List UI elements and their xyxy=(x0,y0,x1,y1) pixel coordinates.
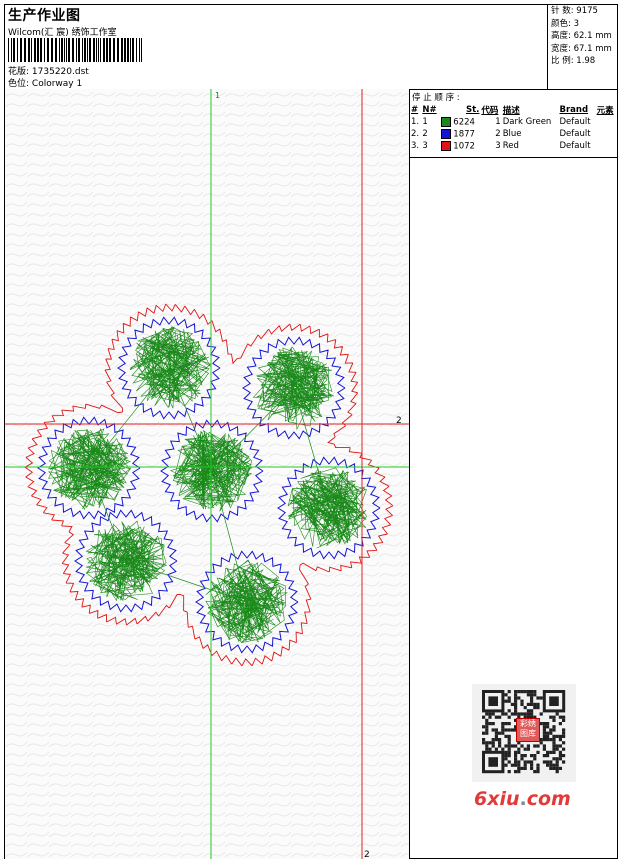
col-code: 代码 xyxy=(481,106,499,116)
colorway-label: 色位: xyxy=(8,79,30,89)
watermark-brand: 6xiu.com xyxy=(474,788,571,810)
col-element: 元素 xyxy=(596,106,614,116)
stop-table-header: # N# St. 代码 描述 Brand 元素 xyxy=(410,104,617,116)
colorway-name: Colorway 1 xyxy=(31,79,83,89)
col-stitches: St. xyxy=(465,105,480,115)
divider xyxy=(410,157,617,158)
stat-colors: 颜色: 3 xyxy=(551,18,579,29)
table-row: 3. 3 1072 3 Red Default xyxy=(411,140,591,152)
embroidery-design: 1 2 2 xyxy=(5,89,409,859)
color-swatch xyxy=(440,140,451,151)
stat-scale: 比 例: 1.98 xyxy=(551,56,596,66)
stat-height: 高度: 62.1 mm xyxy=(551,31,612,41)
barcode xyxy=(8,38,142,62)
col-description: 描述 xyxy=(502,106,520,116)
stamp-logo: 彩绣 图库 xyxy=(516,718,540,742)
stop-sequence-title: 停 止 顺 序 : xyxy=(412,93,460,103)
color-swatch xyxy=(440,116,451,127)
page-title: 生产作业图 xyxy=(8,8,81,24)
studio-name: Wilcom(汇 宸) 绣饰工作室 xyxy=(8,28,117,38)
design-preview-canvas: 1 2 2 xyxy=(5,89,410,859)
col-brand: Brand xyxy=(559,105,589,115)
colorway-row: 色位: Colorway 1 xyxy=(8,76,82,89)
design-stats: 针 数: 9175 颜色: 3 高度: 62.1 mm 宽度: 67.1 mm … xyxy=(547,5,618,89)
guide-green-label: 1 xyxy=(215,91,220,100)
table-row: 2. 2 1877 2 Blue Default xyxy=(411,128,591,140)
color-swatch xyxy=(440,128,451,139)
qr-code-watermark: 彩绣 图库 xyxy=(472,684,576,782)
col-needle: N# xyxy=(422,105,437,115)
table-row: 1. 1 6224 1 Dark Green Default xyxy=(411,116,591,128)
guide-red-h-label: 2 xyxy=(396,416,402,426)
stat-stitches: 针 数: 9175 xyxy=(551,6,598,16)
col-index: # xyxy=(411,105,419,115)
guide-red-v-label: 2 xyxy=(364,850,370,859)
stat-width: 宽度: 67.1 mm xyxy=(551,43,612,54)
worksheet-header: 生产作业图 Wilcom(汇 宸) 绣饰工作室 花版: 1735220.dst … xyxy=(5,5,617,90)
stop-sequence-table: # N# St. 代码 描述 Brand 元素 1. 1 6224 1 Dark… xyxy=(410,104,617,152)
